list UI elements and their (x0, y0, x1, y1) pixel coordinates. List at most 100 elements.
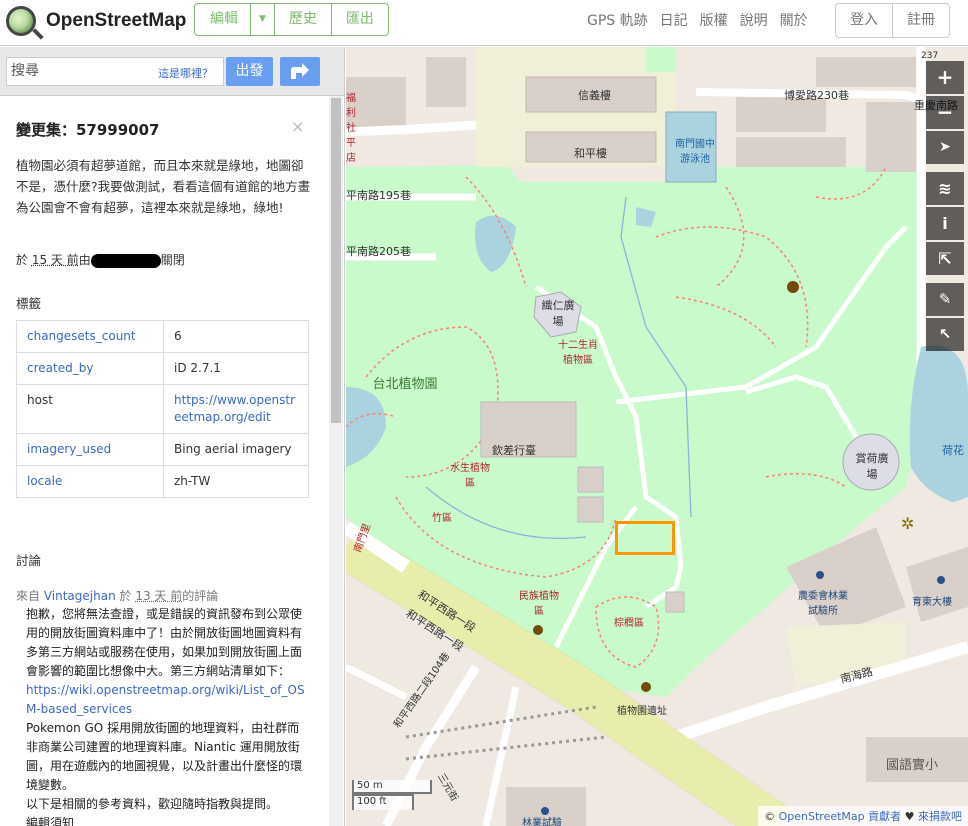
table-row: changesets_count 6 (16, 320, 309, 353)
scrollbar-thumb[interactable] (331, 98, 341, 423)
history-button[interactable]: 歷史 (273, 4, 331, 35)
closed-prefix: 於 (16, 253, 32, 267)
tag-key[interactable]: imagery_used (16, 433, 164, 466)
info-icon[interactable]: i (926, 207, 964, 240)
share-icon[interactable]: ⇱ (926, 242, 964, 275)
closed-mid: 由 (78, 253, 91, 267)
go-button[interactable]: 出發 (226, 57, 273, 86)
map[interactable]: ✲ 信義樓 和平樓 南門國中游泳池 博愛路230巷 重慶南路 平南路195巷 平… (346, 47, 968, 826)
comment-paragraph: 抱歉，您將無法查證，或是錯誤的資訊發布到公眾使用的開放街圖資料庫中了！由於開放街… (26, 607, 303, 678)
tag-key[interactable]: locale (16, 465, 164, 498)
osm-logo[interactable]: OpenStreetMap (6, 6, 186, 36)
comment-body: 抱歉，您將無法查證，或是錯誤的資訊發布到公眾使用的開放街圖資料庫中了！由於開放街… (26, 605, 308, 826)
label-zodiac: 十二生肖植物區 (558, 340, 598, 366)
layers-icon[interactable]: ≋ (926, 172, 964, 205)
label-number: 237 (921, 51, 939, 61)
label-council: 農委會林業試驗所 (798, 591, 848, 617)
donate-link[interactable]: 來捐款吧 (918, 810, 962, 823)
nav-diaries[interactable]: 日記 (660, 10, 688, 30)
table-row: host https://www.openstreetmap.org/edit (16, 384, 309, 434)
close-icon[interactable]: × (291, 117, 304, 136)
table-row: created_by iD 2.7.1 (16, 352, 309, 385)
comment-paragraph: 編輯須知 (26, 816, 75, 826)
edit-button[interactable]: 編輯 (195, 4, 250, 35)
label-building: 育東大樓 (912, 597, 952, 608)
scale-meters: 50 m (352, 780, 432, 794)
changeset-closed-info: 於 15 天 前由 關閉 (16, 251, 185, 268)
map-controls: + − ➤ ≋ i ⇱ ✎ ↖ (926, 61, 964, 353)
auth-buttons: 登入 註冊 (835, 3, 950, 38)
magnifier-logo-icon (6, 6, 36, 36)
label-ping195: 平南路195巷 (346, 189, 411, 202)
label-qinchai: 欽差行臺 (492, 444, 536, 457)
attrib-prefix: © (764, 810, 779, 823)
label-pool: 南門國中游泳池 (675, 139, 715, 165)
label-lotus-plaza: 賞荷廣場 (855, 452, 889, 481)
tag-value-link[interactable]: https://www.openstreetmap.org/edit (163, 384, 309, 434)
table-row: imagery_used Bing aerial imagery (16, 433, 309, 466)
label-weaving-plaza: 織仁廣場 (541, 299, 575, 328)
zoom-in-icon[interactable]: + (926, 61, 964, 94)
nav-help[interactable]: 說明 (740, 10, 768, 30)
add-note-icon[interactable]: ✎ (926, 283, 964, 316)
meta-prefix: 來自 (16, 589, 44, 603)
osm-services-link[interactable]: https://wiki.openstreetmap.org/wiki/List… (26, 681, 308, 719)
comment-time: 13 天 前 (135, 589, 183, 603)
signup-button[interactable]: 註冊 (892, 4, 949, 37)
discussion-heading: 討論 (16, 553, 42, 568)
query-features-icon[interactable]: ↖ (926, 318, 964, 351)
logo-text: OpenStreetMap (46, 10, 187, 31)
locate-icon[interactable]: ➤ (926, 131, 964, 164)
label-aquatic: 水生植物區 (450, 463, 490, 489)
tag-value: Bing aerial imagery (163, 433, 309, 466)
label-taipei-botanical-garden: 台北植物園 (372, 377, 438, 392)
nav-about[interactable]: 關於 (780, 10, 808, 30)
edit-dropdown-caret-icon[interactable]: ▼ (250, 4, 274, 35)
closed-suffix: 關閉 (160, 253, 185, 267)
tag-value: zh-TW (163, 465, 309, 498)
label-heping: 和平樓 (574, 147, 607, 160)
comment-paragraph: 以下是相關的參考資料，歡迎隨時指教與提問。 (26, 797, 279, 811)
changeset-highlight-box[interactable] (615, 521, 675, 555)
tags-heading: 標籤 (16, 296, 42, 311)
table-row: locale zh-TW (16, 465, 309, 498)
where-is-this-link[interactable]: 這是哪裡？ (158, 65, 213, 81)
directions-button[interactable] (280, 57, 320, 86)
zoom-out-icon[interactable]: − (926, 96, 964, 129)
comment-author-link[interactable]: Vintagejhan (44, 589, 116, 603)
top-nav: GPS 軌跡 日記 版權 說明 關於 (587, 10, 820, 30)
svg-text:✲: ✲ (901, 514, 914, 533)
label-palm: 棕櫚區 (614, 618, 644, 629)
label-ethno: 民族植物區 (519, 591, 559, 617)
sidebar-scrollbar[interactable] (329, 96, 343, 826)
closed-time: 15 天 前 (31, 253, 79, 267)
directions-icon (291, 63, 309, 79)
label-lotus: 荷花 (942, 444, 964, 457)
edit-button-group: 編輯 ▼ 歷史 匯出 (194, 3, 389, 36)
osm-contributors-link[interactable]: OpenStreetMap 貢獻者 (779, 810, 902, 823)
meta-mid: 於 (115, 589, 136, 603)
nav-copyright[interactable]: 版權 (700, 10, 728, 30)
sidebar: 搜尋 這是哪裡？ 出發 變更集：57999007 × 植物園必須有超夢道館，而且… (0, 47, 345, 826)
login-button[interactable]: 登入 (836, 4, 892, 37)
label-bamboo: 竹區 (432, 513, 452, 524)
label-bopai: 博愛路230巷 (784, 89, 849, 102)
tag-key[interactable]: changesets_count (16, 320, 164, 353)
comment-meta: 來自 Vintagejhan 於 13 天 前的評論 (16, 587, 218, 604)
host-url[interactable]: https://www.openstreetmap.org/edit (174, 393, 295, 424)
attribution: © OpenStreetMap 貢獻者 ♥ 來捐款吧 (758, 806, 968, 826)
nav-gps-traces[interactable]: GPS 軌跡 (587, 10, 648, 30)
changeset-comment: 植物園必須有超夢道館，而且本來就是綠地，地圖卻不是，憑什麼?我要做測試，看看這個… (16, 158, 311, 215)
label-forestry: 林業試驗 (522, 818, 562, 826)
label-ruins: 植物園遺址 (617, 706, 667, 717)
label-mandarin: 國語實小 (886, 758, 939, 773)
label-xinyi: 信義樓 (578, 89, 611, 102)
label-ping205: 平南路205巷 (346, 245, 411, 258)
tag-key[interactable]: created_by (16, 352, 164, 385)
search-bar: 搜尋 這是哪裡？ 出發 (0, 47, 344, 96)
export-button[interactable]: 匯出 (330, 4, 388, 35)
tag-value: 6 (163, 320, 309, 353)
header: OpenStreetMap 編輯 ▼ 歷史 匯出 GPS 軌跡 日記 版權 說明… (0, 0, 968, 46)
tag-key: host (16, 384, 164, 434)
scale-bar: 50 m 100 ft (352, 780, 432, 810)
